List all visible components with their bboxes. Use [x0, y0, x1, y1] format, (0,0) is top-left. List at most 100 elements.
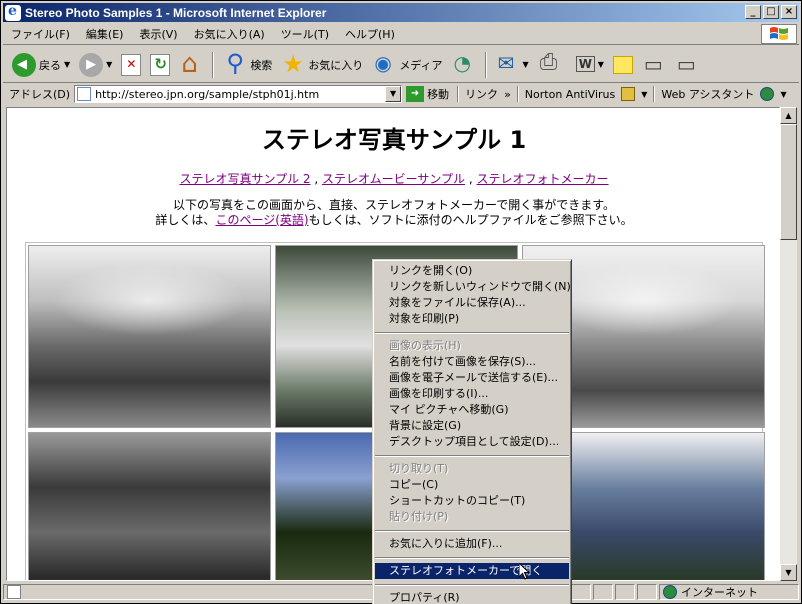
context-menu-item[interactable]: ショートカットのコピー(T)	[375, 493, 569, 509]
photo-cherry-park[interactable]	[28, 245, 271, 428]
refresh-icon	[150, 53, 171, 76]
page-icon	[77, 87, 92, 101]
research-button[interactable]	[672, 51, 702, 79]
minimize-button[interactable]: _	[745, 5, 761, 19]
zone-label: インターネット	[681, 586, 758, 599]
forward-button[interactable]: ▼	[76, 51, 115, 79]
history-button[interactable]	[449, 51, 479, 79]
scroll-down-button[interactable]: ▼	[780, 564, 797, 581]
context-menu-item[interactable]: 画像を電子メールで送信する(E)...	[375, 370, 569, 386]
search-label: 検索	[250, 58, 273, 72]
messenger-icon	[642, 52, 666, 77]
printer-icon	[538, 50, 562, 77]
norton-antivirus-label[interactable]: Norton AntiVirus	[525, 88, 615, 101]
forward-dropdown-icon[interactable]: ▼	[106, 60, 112, 69]
links-separator	[653, 86, 656, 102]
mail-icon	[496, 51, 520, 77]
menu-favorites[interactable]: お気に入り(A)	[186, 26, 273, 42]
context-menu-item[interactable]: 対象をファイルに保存(A)...	[375, 295, 569, 311]
favorites-label: お気に入り	[308, 58, 364, 72]
url-input[interactable]	[95, 87, 386, 101]
globe-icon[interactable]	[760, 87, 775, 101]
norton-dropdown-icon[interactable]: ▼	[641, 90, 647, 99]
edit-dropdown-icon[interactable]: ▼	[598, 60, 604, 69]
intro-english-page-link[interactable]: このページ(英語)	[215, 213, 308, 227]
context-menu-item[interactable]: デスクトップ項目として設定(D)...	[375, 434, 569, 450]
back-dropdown-icon[interactable]: ▼	[64, 60, 70, 69]
context-menu-item[interactable]: コピー(C)	[375, 477, 569, 493]
link-stereo-sample-2[interactable]: ステレオ写真サンプル 2	[179, 172, 310, 186]
internet-zone-icon	[663, 585, 677, 599]
messenger-button[interactable]	[639, 51, 669, 79]
discuss-button[interactable]	[610, 54, 636, 76]
back-label: 戻る	[39, 58, 61, 72]
context-menu-separator	[375, 584, 569, 586]
context-menu-item[interactable]: リンクを開く(O)	[375, 263, 569, 279]
links-chevron-icon[interactable]: »	[504, 88, 511, 101]
edit-button[interactable]: ▼	[568, 51, 607, 79]
address-label: アドレス(D)	[9, 88, 71, 101]
links-bar: リンク » Norton AntiVirus ▼ Web アシスタント ▼	[457, 86, 787, 102]
context-menu-item[interactable]: お気に入りに追加(F)...	[375, 536, 569, 552]
context-menu-item[interactable]: 対象を印刷(P)	[375, 311, 569, 327]
context-menu-item[interactable]: リンクを新しいウィンドウで開く(N)	[375, 279, 571, 295]
refresh-button[interactable]	[147, 52, 173, 78]
context-menu-item[interactable]: 画像を印刷する(I)...	[375, 386, 569, 402]
status-cell	[571, 584, 591, 600]
address-dropdown-icon[interactable]: ▼	[385, 86, 402, 102]
scroll-up-button[interactable]: ▲	[780, 107, 797, 124]
context-menu-item[interactable]: プロパティ(R)	[375, 590, 569, 604]
photo-temple-carving[interactable]	[28, 432, 271, 580]
maximize-button[interactable]: □	[763, 5, 779, 19]
standard-toolbar: 戻る ▼ ▼ 検索 お気に入り メディア	[3, 47, 799, 83]
close-button[interactable]: ×	[781, 5, 797, 19]
mouse-cursor-icon	[519, 563, 531, 580]
stop-button[interactable]	[118, 52, 144, 78]
address-field[interactable]: ▼	[74, 85, 403, 103]
go-label: 移動	[427, 88, 450, 101]
status-cell	[593, 584, 613, 600]
menu-bar: ファイル(F) 編集(E) 表示(V) お気に入り(A) ツール(T) ヘルプ(…	[3, 23, 799, 45]
media-label: メディア	[399, 58, 443, 72]
media-button[interactable]: メディア	[369, 51, 445, 79]
print-button[interactable]	[535, 50, 565, 79]
menu-tools[interactable]: ツール(T)	[273, 26, 337, 42]
media-icon	[372, 51, 396, 77]
context-menu-item: 画像の表示(H)	[389, 339, 461, 352]
window-controls: _ □ ×	[745, 5, 797, 19]
vertical-scrollbar[interactable]: ▲ ▼	[780, 107, 797, 581]
menu-edit[interactable]: 編集(E)	[78, 26, 132, 42]
menu-file[interactable]: ファイル(F)	[3, 26, 78, 42]
context-menu-item[interactable]: マイ ピクチャへ移動(G)	[375, 402, 569, 418]
scroll-thumb[interactable]	[780, 124, 797, 240]
intro-line-2: 詳しくは、このページ(英語)もしくは、ソフトに添付のヘルプファイルをご参照下さい…	[7, 213, 779, 228]
home-button[interactable]	[176, 49, 206, 79]
context-menu-item[interactable]: ステレオフォトメーカーで開く	[375, 563, 569, 579]
search-button[interactable]: 検索	[220, 49, 275, 79]
context-menu-item[interactable]: 背景に設定(G)	[375, 418, 569, 434]
web-assistant-dropdown-icon[interactable]: ▼	[780, 90, 786, 99]
context-menu-item[interactable]: 名前を付けて画像を保存(S)...	[375, 354, 569, 370]
research-icon	[675, 52, 699, 77]
title-bar[interactable]: Stereo Photo Samples 1 - Microsoft Inter…	[3, 3, 799, 22]
toolbar-separator	[212, 51, 215, 78]
back-arrow-icon	[12, 52, 36, 77]
menu-view[interactable]: 表示(V)	[131, 26, 185, 42]
page-title: ステレオ写真サンプル 1	[261, 126, 527, 154]
links-label[interactable]: リンク	[465, 86, 498, 102]
intro-prefix: 詳しくは、	[155, 213, 216, 227]
norton-icon[interactable]	[621, 87, 636, 101]
mail-dropdown-icon[interactable]: ▼	[523, 60, 529, 69]
back-button[interactable]: 戻る ▼	[9, 51, 73, 79]
mail-button[interactable]: ▼	[493, 51, 532, 79]
menu-help[interactable]: ヘルプ(H)	[337, 26, 403, 42]
status-cell	[637, 584, 657, 600]
context-menu-item: 切り取り(T)	[389, 462, 449, 475]
link-stereo-movie-sample[interactable]: ステレオムービーサンプル	[322, 172, 465, 186]
go-button[interactable]: ➜ 移動	[406, 86, 449, 102]
context-menu-separator	[375, 455, 569, 457]
link-stereo-photo-maker[interactable]: ステレオフォトメーカー	[477, 172, 609, 186]
favorites-button[interactable]: お気に入り	[278, 50, 366, 79]
context-menu-separator	[375, 557, 569, 559]
web-assistant-label[interactable]: Web アシスタント	[661, 86, 754, 102]
